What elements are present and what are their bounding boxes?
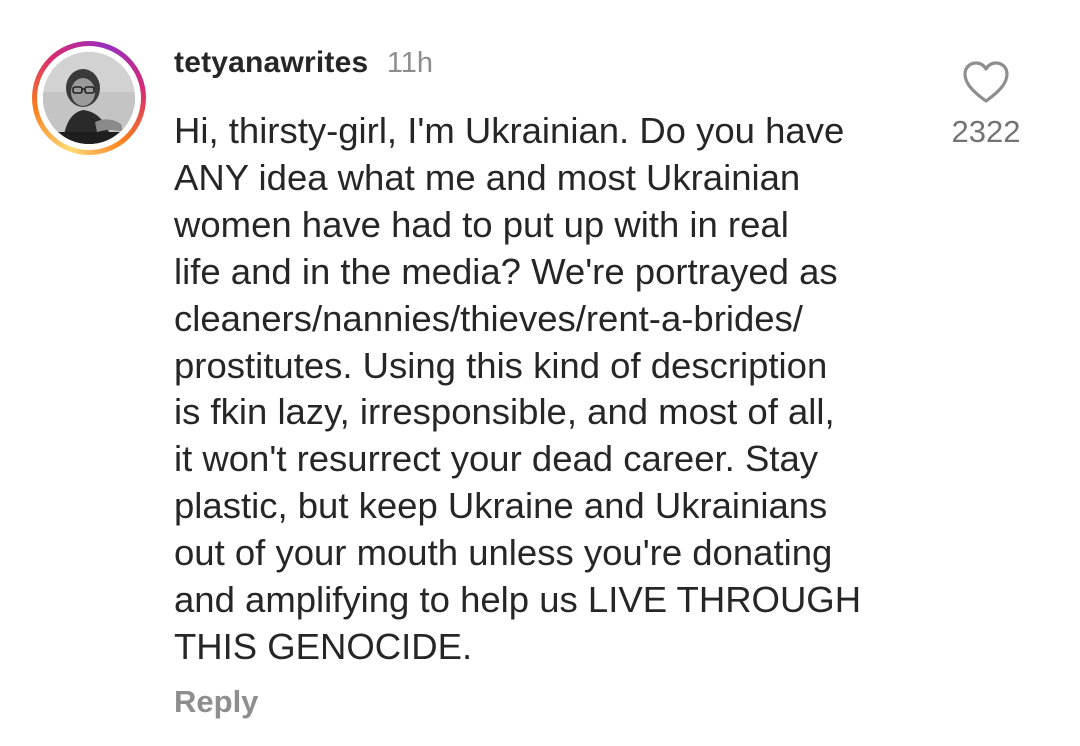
story-ring[interactable] xyxy=(32,41,146,155)
avatar[interactable] xyxy=(43,52,135,144)
comment-text-line: life and in the media? We're portrayed a… xyxy=(174,250,838,292)
comment-text-line: plastic, but keep Ukraine and Ukrainians xyxy=(174,485,828,527)
comment-text-line: it won't resurrect your dead career. Sta… xyxy=(174,438,818,480)
comment-text-line: out of your mouth unless you're donating xyxy=(174,532,833,574)
timestamp: 11h xyxy=(386,47,434,79)
like-count: 2322 xyxy=(951,114,1021,149)
comment-text-line: prostitutes. Using this kind of descript… xyxy=(174,344,828,386)
comment-text-line: is fkin lazy, irresponsible, and most of… xyxy=(174,391,835,433)
comment-text: Hi, thirsty-girl, I'm Ukrainian. Do you … xyxy=(174,108,934,671)
comment-item: tetyanawrites 11h Hi, thirsty-girl, I'm … xyxy=(0,0,1080,746)
comment-text-line: ANY idea what me and most Ukrainian xyxy=(174,156,801,198)
heart-outline-icon xyxy=(963,61,1009,103)
comment-text-line: Hi, thirsty-girl, I'm Ukrainian. Do you … xyxy=(174,110,845,151)
comment-text-line: women have had to put up with in real xyxy=(174,203,789,245)
comment-text-line: THIS GENOCIDE. xyxy=(174,625,473,667)
comment-header: tetyanawrites 11h xyxy=(174,46,433,86)
reply-button[interactable]: Reply xyxy=(174,684,258,720)
like-button[interactable] xyxy=(962,60,1010,104)
comment-text-line: cleaners/nannies/thieves/rent-a-brides/ xyxy=(174,297,803,339)
comment-text-line: and amplifying to help us LIVE THROUGH xyxy=(174,579,862,621)
avatar-photo xyxy=(43,52,135,144)
username-link[interactable]: tetyanawrites xyxy=(174,46,368,79)
